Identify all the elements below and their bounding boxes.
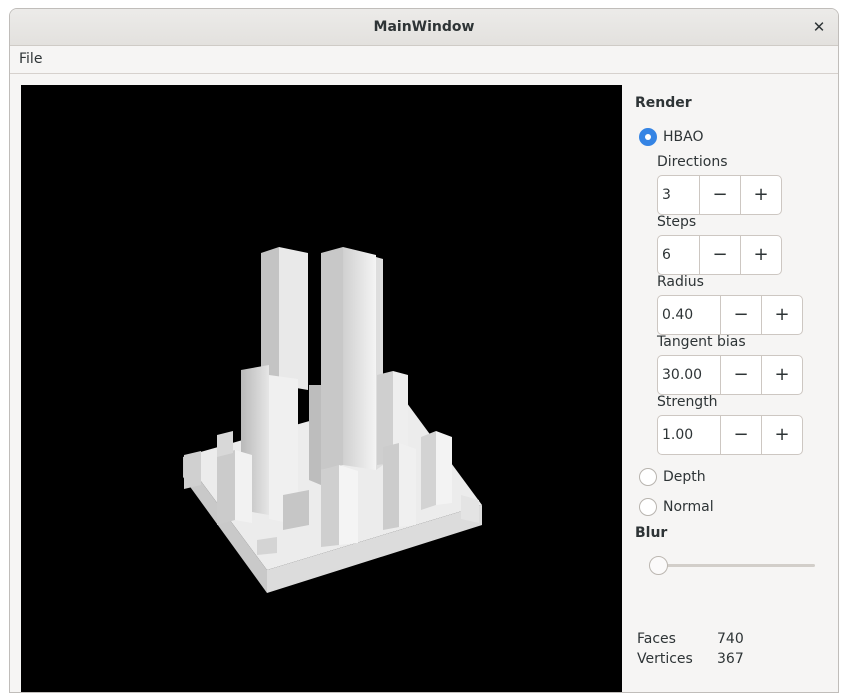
radius-spinbox: 0.40 − + bbox=[657, 295, 803, 335]
radio-unchecked-icon[interactable] bbox=[639, 498, 657, 516]
render-viewport[interactable] bbox=[21, 85, 622, 692]
steps-decrement-button[interactable]: − bbox=[699, 236, 740, 274]
directions-spinbox: 3 − + bbox=[657, 175, 782, 215]
vertices-label: Vertices bbox=[637, 651, 693, 667]
radius-value[interactable]: 0.40 bbox=[662, 296, 693, 334]
directions-label: Directions bbox=[657, 154, 728, 170]
blur-slider-handle[interactable] bbox=[649, 556, 668, 575]
radio-checked-icon[interactable] bbox=[639, 128, 657, 146]
rendered-scene bbox=[183, 247, 482, 593]
radius-decrement-button[interactable]: − bbox=[720, 296, 761, 334]
steps-spinbox: 6 − + bbox=[657, 235, 782, 275]
close-icon[interactable]: ✕ bbox=[808, 16, 830, 38]
tangent-bias-value[interactable]: 30.00 bbox=[662, 356, 702, 394]
tangent-bias-increment-button[interactable]: + bbox=[761, 356, 802, 394]
faces-value: 740 bbox=[717, 631, 744, 647]
strength-label: Strength bbox=[657, 394, 718, 410]
faces-label: Faces bbox=[637, 631, 676, 647]
title-bar: MainWindow ✕ bbox=[10, 9, 838, 46]
tangent-bias-label: Tangent bias bbox=[657, 334, 746, 350]
menu-bar: File bbox=[10, 46, 838, 74]
window-title: MainWindow bbox=[373, 19, 475, 35]
radius-label: Radius bbox=[657, 274, 704, 290]
directions-value[interactable]: 3 bbox=[662, 176, 671, 214]
strength-decrement-button[interactable]: − bbox=[720, 416, 761, 454]
tangent-bias-decrement-button[interactable]: − bbox=[720, 356, 761, 394]
render-heading: Render bbox=[635, 95, 692, 111]
strength-increment-button[interactable]: + bbox=[761, 416, 802, 454]
radius-increment-button[interactable]: + bbox=[761, 296, 802, 334]
blur-slider-track[interactable] bbox=[659, 564, 815, 567]
normal-label: Normal bbox=[663, 499, 714, 515]
steps-increment-button[interactable]: + bbox=[740, 236, 781, 274]
blur-heading: Blur bbox=[635, 525, 668, 541]
directions-increment-button[interactable]: + bbox=[740, 176, 781, 214]
strength-value[interactable]: 1.00 bbox=[662, 416, 693, 454]
tangent-bias-spinbox: 30.00 − + bbox=[657, 355, 803, 395]
depth-label: Depth bbox=[663, 469, 706, 485]
hbao-label: HBAO bbox=[663, 129, 704, 145]
settings-panel: Render HBAO Directions 3 − + Steps 6 − +… bbox=[635, 85, 835, 685]
strength-spinbox: 1.00 − + bbox=[657, 415, 803, 455]
main-window: MainWindow ✕ File Render HBAO Directions… bbox=[9, 8, 839, 693]
steps-label: Steps bbox=[657, 214, 697, 230]
directions-decrement-button[interactable]: − bbox=[699, 176, 740, 214]
vertices-value: 367 bbox=[717, 651, 744, 667]
menu-file[interactable]: File bbox=[19, 51, 42, 67]
steps-value[interactable]: 6 bbox=[662, 236, 671, 274]
radio-unchecked-icon[interactable] bbox=[639, 468, 657, 486]
